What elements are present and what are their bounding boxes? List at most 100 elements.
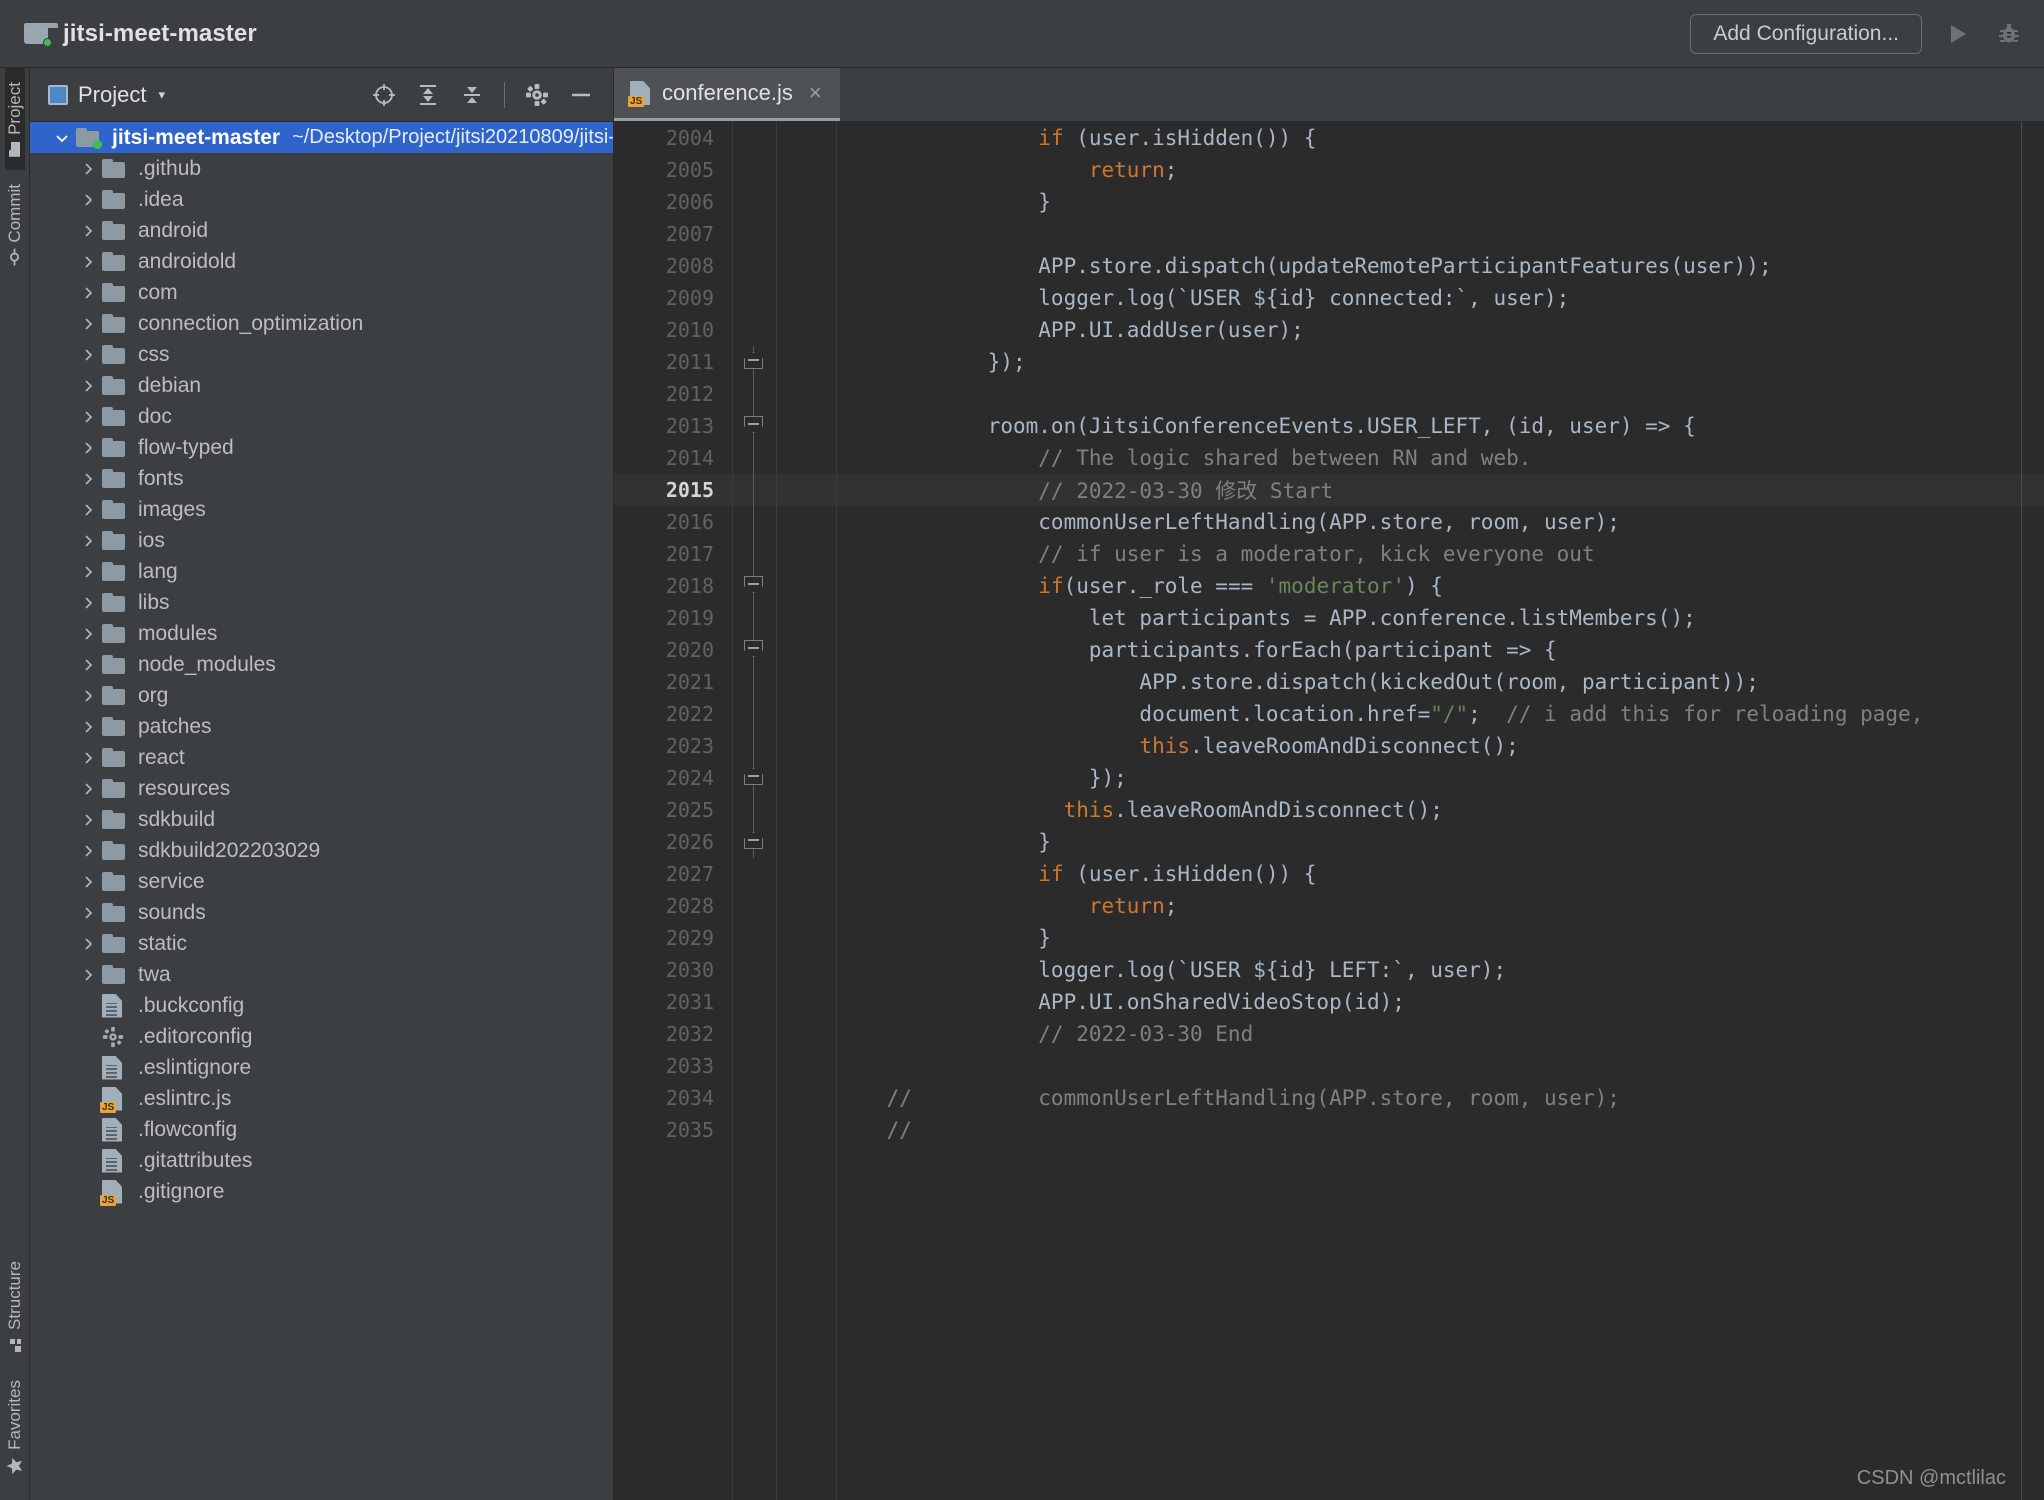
fold-gutter[interactable]	[732, 730, 776, 762]
line-number[interactable]: 2013	[614, 414, 732, 438]
tree-row[interactable]: .editorconfig	[30, 1021, 613, 1052]
code-line[interactable]: 2005 return;	[614, 154, 2044, 186]
line-number[interactable]: 2022	[614, 702, 732, 726]
fold-gutter[interactable]	[732, 282, 776, 314]
line-number[interactable]: 2020	[614, 638, 732, 662]
line-number[interactable]: 2014	[614, 446, 732, 470]
line-number[interactable]: 2032	[614, 1022, 732, 1046]
add-configuration-button[interactable]: Add Configuration...	[1690, 14, 1922, 54]
chevron-right-icon[interactable]	[74, 595, 102, 611]
tree-row[interactable]: fonts	[30, 463, 613, 494]
fold-gutter[interactable]	[732, 474, 776, 506]
chevron-right-icon[interactable]	[74, 533, 102, 549]
code-line[interactable]: 2004 if (user.isHidden()) {	[614, 122, 2044, 154]
line-number[interactable]: 2023	[614, 734, 732, 758]
tree-row[interactable]: patches	[30, 711, 613, 742]
tree-row[interactable]: debian	[30, 370, 613, 401]
code-line[interactable]: 2035 //	[614, 1114, 2044, 1146]
chevron-right-icon[interactable]	[74, 502, 102, 518]
chevron-right-icon[interactable]	[74, 254, 102, 270]
tree-row[interactable]: com	[30, 277, 613, 308]
line-number[interactable]: 2033	[614, 1054, 732, 1078]
line-number[interactable]: 2004	[614, 126, 732, 150]
code-line[interactable]: 2008 APP.store.dispatch(updateRemotePart…	[614, 250, 2044, 282]
line-number[interactable]: 2028	[614, 894, 732, 918]
chevron-right-icon[interactable]	[74, 347, 102, 363]
chevron-right-icon[interactable]	[74, 936, 102, 952]
line-number[interactable]: 2012	[614, 382, 732, 406]
fold-marker[interactable]	[744, 640, 763, 657]
sidebar-item-commit[interactable]: Commit	[5, 170, 25, 278]
line-number[interactable]: 2030	[614, 958, 732, 982]
line-number[interactable]: 2026	[614, 830, 732, 854]
tree-row[interactable]: react	[30, 742, 613, 773]
code-line[interactable]: 2029 }	[614, 922, 2044, 954]
project-view-selector[interactable]: Project ▾	[48, 82, 165, 108]
line-number[interactable]: 2027	[614, 862, 732, 886]
code-line[interactable]: 2014 // The logic shared between RN and …	[614, 442, 2044, 474]
chevron-right-icon[interactable]	[74, 750, 102, 766]
expand-all-icon[interactable]	[408, 75, 448, 115]
chevron-right-icon[interactable]	[74, 626, 102, 642]
line-number[interactable]: 2025	[614, 798, 732, 822]
chevron-right-icon[interactable]	[74, 905, 102, 921]
line-number[interactable]: 2024	[614, 766, 732, 790]
fold-gutter[interactable]	[732, 762, 776, 794]
tree-row[interactable]: .eslintignore	[30, 1052, 613, 1083]
chevron-right-icon[interactable]	[74, 967, 102, 983]
tree-row[interactable]: connection_optimization	[30, 308, 613, 339]
code-line[interactable]: 2009 logger.log(`USER ${id} connected:`,…	[614, 282, 2044, 314]
line-number[interactable]: 2019	[614, 606, 732, 630]
fold-gutter[interactable]	[732, 538, 776, 570]
tree-row[interactable]: android	[30, 215, 613, 246]
fold-marker[interactable]	[744, 768, 763, 785]
fold-gutter[interactable]	[732, 314, 776, 346]
code-line[interactable]: 2020 participants.forEach(participant =>…	[614, 634, 2044, 666]
fold-gutter[interactable]	[732, 634, 776, 666]
code-line[interactable]: 2033	[614, 1050, 2044, 1082]
line-number[interactable]: 2008	[614, 254, 732, 278]
select-opened-file-icon[interactable]	[364, 75, 404, 115]
code-line[interactable]: 2031 APP.UI.onSharedVideoStop(id);	[614, 986, 2044, 1018]
code-line[interactable]: 2024 });	[614, 762, 2044, 794]
fold-gutter[interactable]	[732, 666, 776, 698]
fold-marker[interactable]	[744, 832, 763, 849]
code-line[interactable]: 2025 this.leaveRoomAndDisconnect();	[614, 794, 2044, 826]
fold-gutter[interactable]	[732, 442, 776, 474]
code-line[interactable]: 2018 if(user._role === 'moderator') {	[614, 570, 2044, 602]
line-number[interactable]: 2034	[614, 1086, 732, 1110]
code-line[interactable]: 2022 document.location.href="/"; // i ad…	[614, 698, 2044, 730]
tree-row[interactable]: jitsi-meet-master ~/Desktop/Project/jitsi…	[30, 122, 613, 153]
chevron-right-icon[interactable]	[74, 161, 102, 177]
fold-gutter[interactable]	[732, 218, 776, 250]
tree-row[interactable]: org	[30, 680, 613, 711]
code-line[interactable]: 2016 commonUserLeftHandling(APP.store, r…	[614, 506, 2044, 538]
project-tree[interactable]: jitsi-meet-master ~/Desktop/Project/jitsi…	[30, 122, 613, 1500]
tree-row[interactable]: lang	[30, 556, 613, 587]
chevron-right-icon[interactable]	[74, 409, 102, 425]
tree-row[interactable]: css	[30, 339, 613, 370]
tree-row[interactable]: JS .gitignore	[30, 1176, 613, 1207]
tree-row[interactable]: modules	[30, 618, 613, 649]
code-line[interactable]: 2012	[614, 378, 2044, 410]
tree-row[interactable]: .github	[30, 153, 613, 184]
code-line[interactable]: 2011 });	[614, 346, 2044, 378]
tree-row[interactable]: sdkbuild	[30, 804, 613, 835]
tree-row[interactable]: sounds	[30, 897, 613, 928]
fold-gutter[interactable]	[732, 250, 776, 282]
tree-row[interactable]: .idea	[30, 184, 613, 215]
code-line[interactable]: 2023 this.leaveRoomAndDisconnect();	[614, 730, 2044, 762]
line-number[interactable]: 2009	[614, 286, 732, 310]
code-line[interactable]: 2013 room.on(JitsiConferenceEvents.USER_…	[614, 410, 2044, 442]
line-number[interactable]: 2018	[614, 574, 732, 598]
chevron-right-icon[interactable]	[74, 223, 102, 239]
fold-gutter[interactable]	[732, 602, 776, 634]
fold-gutter[interactable]	[732, 922, 776, 954]
chevron-right-icon[interactable]	[48, 130, 76, 146]
sidebar-item-favorites[interactable]: Favorites	[5, 1366, 25, 1488]
tree-row[interactable]: .gitattributes	[30, 1145, 613, 1176]
debug-bug-icon[interactable]	[1992, 17, 2026, 51]
tree-row[interactable]: sdkbuild202203029	[30, 835, 613, 866]
line-number[interactable]: 2017	[614, 542, 732, 566]
line-number[interactable]: 2031	[614, 990, 732, 1014]
